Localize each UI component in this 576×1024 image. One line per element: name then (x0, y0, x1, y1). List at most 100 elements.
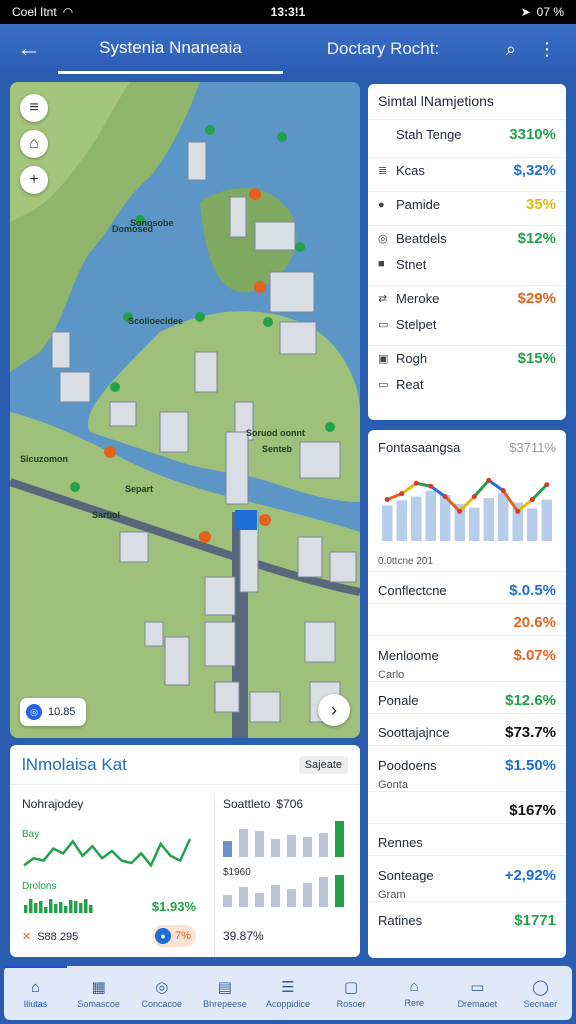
right-bar-top (223, 841, 232, 857)
row-icon: ⇄ (378, 293, 388, 305)
simulation-panel: Simtal lNamjetions Stah Tenge 3310% ≣ Kcas $… (368, 84, 566, 420)
arrow-right-icon[interactable]: › (318, 694, 350, 726)
document-icon: ▢ (344, 978, 359, 996)
summary-row[interactable]: Conflectcne $.0.5% (368, 571, 566, 603)
nav-item[interactable]: ▢ Rosoer (320, 966, 383, 1020)
tab-active[interactable]: Systenia Nnaneaia (58, 24, 283, 74)
sim-row[interactable]: Stah Tenge 3310% (368, 119, 566, 149)
row-icon: ▣ (378, 353, 389, 365)
chat-icon: ▭ (470, 978, 485, 996)
left-label-1: Bay (22, 829, 39, 840)
percent-badge[interactable]: ● 7% (152, 925, 196, 947)
summary-label: Menloome (378, 648, 439, 663)
summary-sublabel: Gonta (378, 779, 408, 791)
back-arrow-icon[interactable]: ← (0, 35, 58, 63)
sim-row[interactable]: ▭ Stelpet (368, 311, 566, 337)
toggle-icon: ● (155, 928, 171, 944)
scale-badge[interactable]: ◎ 10.85 (20, 698, 86, 726)
clock: 13:3!1 (270, 5, 306, 19)
right-bar-top (239, 829, 248, 857)
right-bar-top (271, 839, 280, 857)
market-left: Nohrajodey Bay Drolons $1.93% ✕ S88 295 ● … (10, 793, 204, 957)
nav-item[interactable]: ▦ Somascoe (67, 966, 130, 1020)
left-bar (24, 905, 28, 913)
right-bar-bottom (239, 887, 248, 907)
map-label: Sartiol (92, 510, 121, 520)
plus-icon[interactable]: + (20, 166, 48, 194)
sim-row[interactable]: ▣ Rogh $15% (368, 345, 566, 371)
right-bar-bottom (319, 877, 328, 907)
panel-title: Simtal lNamjetions (378, 93, 494, 109)
more-vertical-icon[interactable]: ⋮ (538, 39, 556, 60)
left-bar (69, 900, 73, 913)
summary-bar (469, 507, 480, 541)
summary-point (399, 491, 405, 497)
summary-bar (541, 499, 552, 541)
right-bar-top (319, 833, 328, 857)
summary-row[interactable]: Ponale $12.6% (368, 681, 566, 713)
summary-point (529, 497, 535, 503)
right-bar-bottom (255, 893, 264, 907)
chart-caption: 0.0ttcne 201 (378, 556, 434, 567)
summary-row[interactable]: Soottajajnce $73.7% (368, 713, 566, 745)
summary-row[interactable]: Sonteage +2,92% (368, 855, 566, 889)
nav-item[interactable]: ⌂ Iliutas (4, 966, 68, 1020)
calendar-icon: ▤ (217, 978, 232, 996)
summary-row[interactable]: $167% (368, 791, 566, 823)
nav-item[interactable]: ◎ Concacoe (130, 966, 193, 1020)
summary-row[interactable]: Menloome $.07% (368, 635, 566, 669)
carrier-label: Coel Itnt (12, 5, 57, 19)
nav-item[interactable]: ▭ Dremaoet (446, 966, 509, 1020)
summary-label: Ponale (378, 693, 419, 708)
city-map[interactable]: ≡ ⌂ + Sonosobe Scolioecidee Soruod oonnt… (10, 82, 360, 738)
summary-point (413, 480, 419, 486)
nav-item[interactable]: ☰ Acoppidice (256, 966, 319, 1020)
nav-item[interactable]: ◯ Secnaer (509, 966, 572, 1020)
right-bar-bottom (223, 895, 232, 907)
summary-value: $73.7% (505, 724, 556, 741)
nav-label: Somascoe (77, 998, 120, 1009)
summary-value: 20.6% (513, 614, 556, 631)
sim-row[interactable]: ◎ Beatdels $12% (368, 225, 566, 251)
search-icon[interactable]: ⌕ (506, 39, 516, 60)
nav-item[interactable]: ▤ Bhrepeese (193, 966, 256, 1020)
row-label: Stelpet (396, 316, 437, 332)
summary-row[interactable]: 20.6% (368, 603, 566, 635)
row-icon: ▭ (378, 318, 389, 331)
sim-row[interactable]: ≣ Kcas $,32% (368, 157, 566, 183)
badge-value: 7% (175, 930, 191, 942)
left-bar (79, 903, 83, 913)
left-title: Nohrajodey (22, 797, 84, 811)
map-label: Separt (125, 484, 154, 494)
summary-point (544, 482, 550, 488)
summary-point (442, 494, 448, 500)
summary-point (515, 508, 521, 514)
sim-row[interactable]: ■ Stnet (368, 251, 566, 277)
right-bar-top (255, 831, 264, 857)
gauge-icon: ◎ (155, 978, 169, 996)
summary-row[interactable]: Ratines $1771 (368, 901, 566, 933)
row-label: Reat (396, 376, 424, 392)
row-value: 3310% (509, 126, 556, 143)
compass-icon[interactable]: ⌂ (20, 130, 48, 158)
summary-label: Rennes (378, 835, 423, 850)
select-tag[interactable]: Sajeate (298, 755, 348, 774)
sim-row[interactable]: ⇄ Meroke $29% (368, 285, 566, 311)
left-bar (39, 901, 43, 913)
sim-row[interactable]: ▭ Reat (368, 371, 566, 397)
row-value: $15% (517, 350, 556, 367)
summary-row[interactable]: Rennes (368, 823, 566, 855)
row-value: $12% (517, 230, 556, 247)
close-icon[interactable]: ✕ (22, 930, 31, 943)
summary-value: $1.50% (505, 757, 556, 774)
sim-row[interactable]: ● Pamide 35% (368, 191, 566, 217)
left-line (23, 838, 192, 868)
left-bar (44, 907, 48, 913)
nav-item[interactable]: ⌂ Rere (383, 966, 446, 1020)
row-value: $29% (517, 290, 556, 307)
summary-row[interactable]: Poodoens $1.50% (368, 745, 566, 779)
tab-other[interactable]: Doctary Rocht: (283, 39, 483, 59)
menu-icon[interactable]: ≡ (20, 94, 48, 122)
market-title: lNmolaisa Kat (22, 754, 127, 774)
row-label: Beatdels (396, 231, 447, 246)
